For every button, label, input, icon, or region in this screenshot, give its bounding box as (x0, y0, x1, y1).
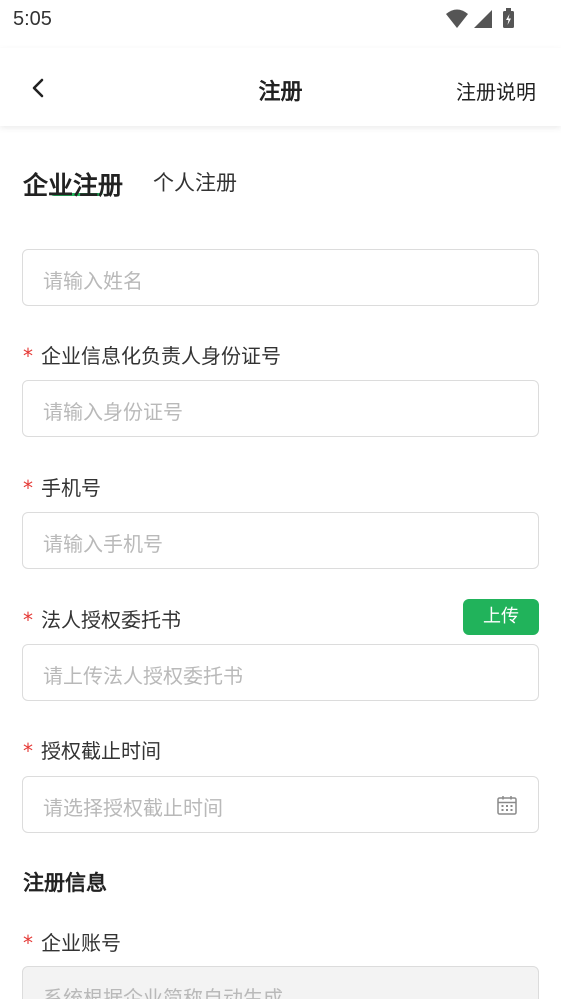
back-button[interactable] (24, 74, 52, 102)
status-icons (446, 8, 521, 30)
authorization-letter-label: * 法人授权委托书 (23, 604, 181, 633)
auth-deadline-date-picker[interactable]: 请选择授权截止时间 (22, 776, 539, 833)
chevron-left-icon (32, 78, 44, 98)
required-mark: * (23, 931, 33, 955)
registration-info-section-title: 注册信息 (23, 871, 107, 895)
required-mark: * (23, 344, 33, 368)
authorization-letter-label-text: 法人授权委托书 (41, 608, 181, 632)
enterprise-account-label-text: 企业账号 (41, 931, 121, 955)
phone-input[interactable]: 请输入手机号 (22, 512, 539, 569)
calendar-icon[interactable] (496, 794, 518, 816)
authorization-letter-input[interactable]: 请上传法人授权委托书 (22, 644, 539, 701)
auth-deadline-placeholder: 请选择授权截止时间 (43, 796, 223, 820)
phone-label: * 手机号 (23, 472, 101, 501)
status-time: 5:05 (13, 8, 52, 30)
tab-personal-registration[interactable]: 个人注册 (153, 167, 237, 197)
phone-input-placeholder: 请输入手机号 (43, 532, 163, 556)
status-bar: 5:05 (0, 0, 561, 40)
required-mark: * (23, 608, 33, 632)
authorization-letter-placeholder: 请上传法人授权委托书 (43, 664, 243, 688)
name-input-placeholder: 请输入姓名 (43, 269, 143, 293)
id-card-label: * 企业信息化负责人身份证号 (23, 340, 281, 369)
enterprise-account-label: * 企业账号 (23, 927, 121, 956)
enterprise-account-input: 系统根据企业简称自动生成 (22, 966, 539, 999)
auth-deadline-label-text: 授权截止时间 (41, 739, 161, 763)
name-input[interactable]: 请输入姓名 (22, 249, 539, 306)
id-card-label-text: 企业信息化负责人身份证号 (41, 344, 281, 368)
tab-enterprise-registration[interactable]: 企业注册 (23, 166, 123, 202)
signal-icon (474, 10, 492, 28)
registration-help-link[interactable]: 注册说明 (456, 76, 536, 105)
auth-deadline-label: * 授权截止时间 (23, 735, 161, 764)
top-nav-bar: 注册 注册说明 (0, 48, 561, 126)
required-mark: * (23, 476, 33, 500)
upload-button[interactable]: 上传 (463, 599, 539, 635)
phone-label-text: 手机号 (41, 476, 101, 500)
id-card-input-placeholder: 请输入身份证号 (43, 400, 183, 424)
battery-icon (503, 8, 514, 28)
id-card-input[interactable]: 请输入身份证号 (22, 380, 539, 437)
wifi-icon (446, 9, 468, 28)
required-mark: * (23, 739, 33, 763)
enterprise-account-placeholder: 系统根据企业简称自动生成 (43, 986, 283, 999)
